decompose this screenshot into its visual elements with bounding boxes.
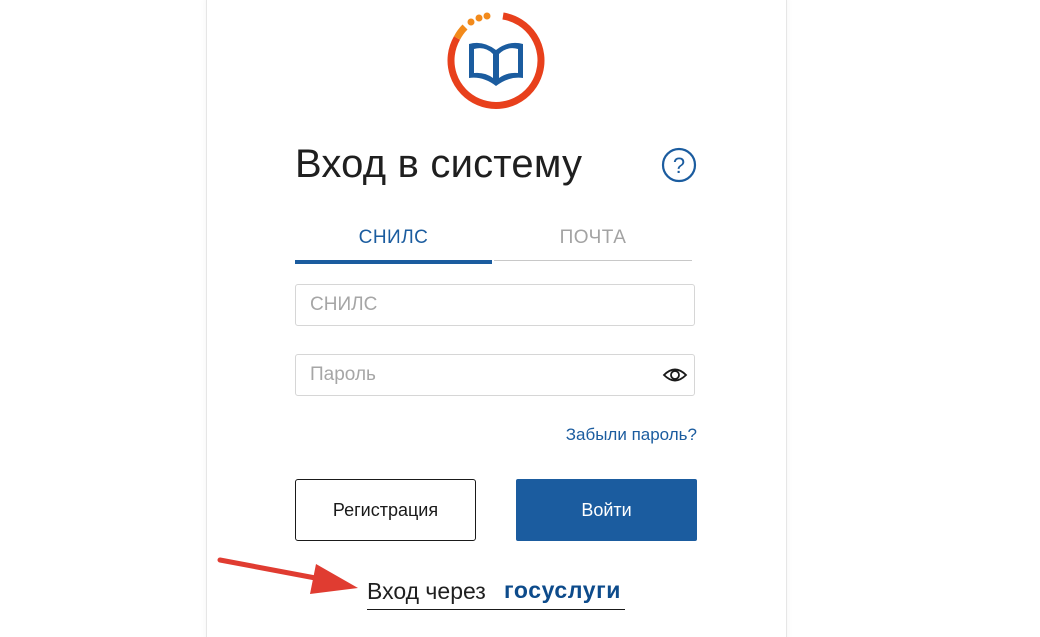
gosuslugi-brand-label: госуслуги [504,577,622,603]
page-title: Вход в систему [295,142,583,186]
eye-icon[interactable] [662,364,688,386]
login-button[interactable]: Войти [516,479,697,541]
password-input[interactable] [296,355,694,395]
question-circle-icon[interactable]: ? [661,147,697,183]
tab-mail[interactable]: ПОЧТА [494,220,692,261]
tab-snils[interactable]: СНИЛС [295,220,492,264]
snils-input[interactable] [296,285,694,325]
snils-field [295,284,695,326]
login-method-tabs: СНИЛС ПОЧТА [295,220,692,264]
book-in-ring-logo [447,12,545,109]
register-button[interactable]: Регистрация [295,479,476,541]
gosuslugi-prefix-label: Вход через [367,578,486,604]
gosuslugi-login-link[interactable]: Вход через госуслуги [367,575,625,610]
red-arrow-annotation [217,557,358,594]
password-field [295,354,695,396]
login-page: Вход в систему ? СНИЛС ПОЧТА Забыли паро… [0,0,1040,637]
forgot-password-link[interactable]: Забыли пароль? [566,425,697,445]
help-glyph: ? [673,153,685,178]
